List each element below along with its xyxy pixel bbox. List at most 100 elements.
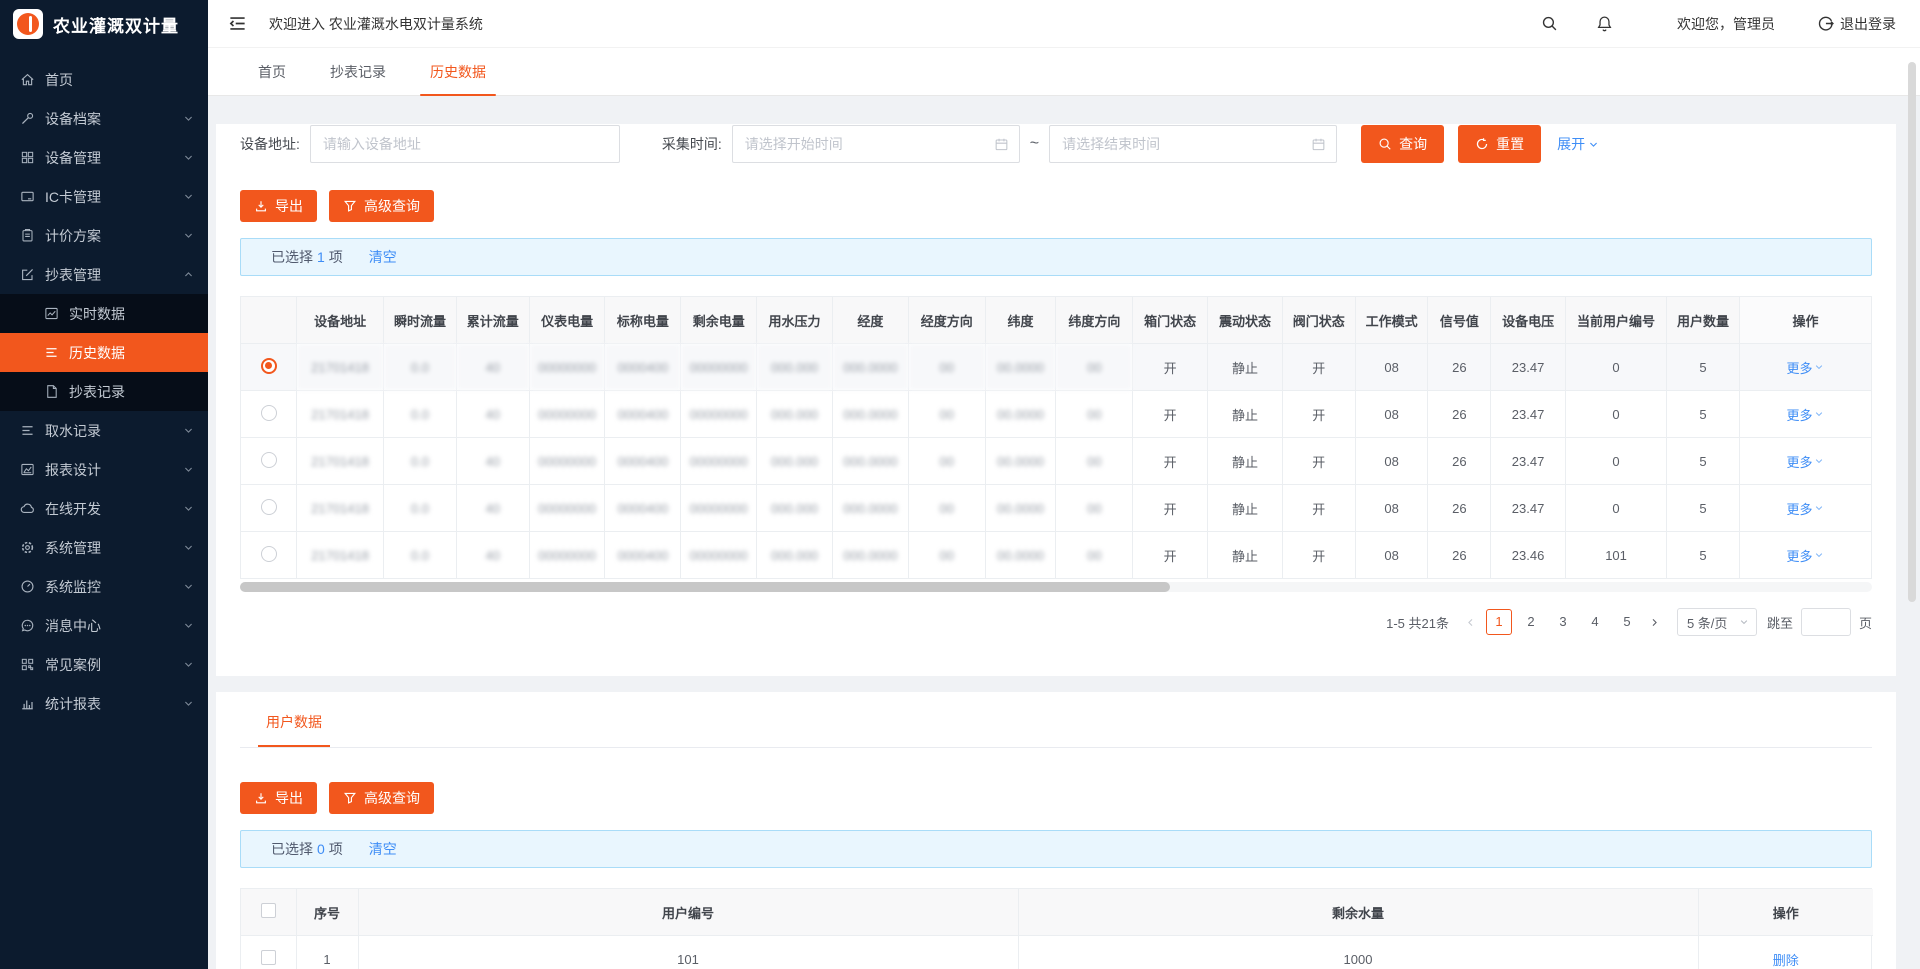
more-link[interactable]: 更多 (1786, 405, 1824, 424)
sidebar-item-statistics-report[interactable]: 统计报表 (0, 684, 208, 723)
cell-vibration-status: 静止 (1208, 344, 1283, 391)
chevron-down-icon (183, 230, 194, 241)
device-address-input[interactable] (310, 125, 620, 163)
cell-work-mode: 08 (1355, 438, 1428, 485)
gear-icon (20, 540, 35, 555)
start-time-input[interactable]: 请选择开始时间 (732, 125, 1020, 163)
next-page-button[interactable] (1643, 609, 1667, 635)
tab-user-data[interactable]: 用户数据 (258, 712, 330, 747)
sidebar-item-device-archive[interactable]: 设备档案 (0, 99, 208, 138)
tab-label: 历史数据 (430, 62, 486, 82)
radio-button[interactable] (261, 499, 277, 515)
sidebar-item-water-intake-records[interactable]: 取水记录 (0, 411, 208, 450)
cases-icon (20, 657, 35, 672)
checkbox-header-cell (241, 889, 296, 936)
search-icon (1378, 137, 1392, 151)
cell-longitude-dir: 00 (908, 438, 985, 485)
sidebar-item-ic-card[interactable]: IC卡管理 (0, 177, 208, 216)
action-cell: 更多 (1739, 532, 1871, 579)
query-button[interactable]: 查询 (1361, 125, 1444, 163)
page-number-3[interactable]: 3 (1550, 609, 1576, 635)
menu-fold-icon[interactable] (228, 14, 247, 33)
grid-icon (20, 150, 35, 165)
tab-reading-records[interactable]: 抄表记录 (316, 48, 400, 96)
sidebar-item-home[interactable]: 首页 (0, 60, 208, 99)
sidebar-item-label: 在线开发 (45, 499, 101, 519)
sidebar-item-online-dev[interactable]: 在线开发 (0, 489, 208, 528)
prev-page-button[interactable] (1459, 609, 1483, 635)
cell-user-count: 5 (1667, 344, 1740, 391)
search-icon[interactable] (1541, 15, 1558, 32)
main-area: 欢迎进入 农业灌溉水电双计量系统 欢迎您，管理员 退出登录 首页 抄表记录 历史… (208, 0, 1920, 969)
clear-selection-link[interactable]: 清空 (369, 839, 397, 859)
user-export-button[interactable]: 导出 (240, 782, 317, 814)
tab-history-data[interactable]: 历史数据 (416, 48, 500, 96)
radio-button[interactable] (261, 358, 277, 374)
sidebar-item-label: 历史数据 (69, 343, 125, 363)
cell-signal: 26 (1428, 344, 1491, 391)
jump-page-input[interactable] (1801, 608, 1851, 636)
user-selection-alert: 已选择 0 项 清空 (240, 830, 1872, 868)
advanced-query-button[interactable]: 高级查询 (329, 190, 434, 222)
user-advanced-query-button[interactable]: 高级查询 (329, 782, 434, 814)
horizontal-scrollbar-thumb[interactable] (240, 582, 1170, 592)
page-number-2[interactable]: 2 (1518, 609, 1544, 635)
reset-button[interactable]: 重置 (1458, 125, 1541, 163)
sidebar-item-reading-records[interactable]: 抄表记录 (0, 372, 208, 411)
column-header: 操作 (1739, 297, 1871, 344)
more-link[interactable]: 更多 (1786, 452, 1824, 471)
message-icon (20, 618, 35, 633)
table-row: 21701418 0.0 40 00000000 0000400 0000000… (241, 532, 1871, 579)
cell-nominal-energy: 0000400 (605, 391, 681, 438)
end-time-input[interactable]: 请选择结束时间 (1049, 125, 1337, 163)
radio-button[interactable] (261, 452, 277, 468)
tab-home[interactable]: 首页 (244, 48, 300, 96)
chevron-down-icon (1588, 139, 1599, 150)
radio-button[interactable] (261, 546, 277, 562)
sidebar-item-system-monitor[interactable]: 系统监控 (0, 567, 208, 606)
radio-button[interactable] (261, 405, 277, 421)
column-header: 箱门状态 (1133, 297, 1208, 344)
select-all-checkbox[interactable] (261, 903, 276, 918)
sidebar-item-meter-reading[interactable]: 抄表管理 (0, 255, 208, 294)
column-header: 震动状态 (1208, 297, 1283, 344)
more-link[interactable]: 更多 (1786, 499, 1824, 518)
page-number-4[interactable]: 4 (1582, 609, 1608, 635)
sidebar-item-common-cases[interactable]: 常见案例 (0, 645, 208, 684)
user-table-toolbar: 导出 高级查询 (240, 782, 1872, 814)
sidebar-item-history-data[interactable]: 历史数据 (0, 333, 208, 372)
page-tabbar: 首页 抄表记录 历史数据 (208, 48, 1920, 96)
logout-icon (1817, 15, 1834, 32)
column-header: 当前用户编号 (1565, 297, 1666, 344)
cell-user-count: 5 (1667, 438, 1740, 485)
clear-selection-link[interactable]: 清空 (369, 247, 397, 267)
column-header: 信号值 (1428, 297, 1491, 344)
sidebar-item-system-management[interactable]: 系统管理 (0, 528, 208, 567)
reset-button-label: 重置 (1496, 134, 1524, 154)
page-number-1[interactable]: 1 (1486, 609, 1512, 635)
bell-icon[interactable] (1596, 15, 1613, 32)
sidebar-item-realtime-data[interactable]: 实时数据 (0, 294, 208, 333)
more-link[interactable]: 更多 (1786, 358, 1824, 377)
sidebar-item-device-management[interactable]: 设备管理 (0, 138, 208, 177)
row-checkbox[interactable] (261, 950, 276, 965)
page-number-5[interactable]: 5 (1614, 609, 1640, 635)
logout-button[interactable]: 退出登录 (1817, 14, 1896, 34)
cell-longitude: 000.0000 (832, 391, 908, 438)
cell-water-pressure: 000.000 (757, 344, 833, 391)
sidebar-item-pricing-plan[interactable]: 计价方案 (0, 216, 208, 255)
delete-link[interactable]: 删除 (1773, 953, 1799, 968)
device-table: 设备地址瞬时流量累计流量仪表电量标称电量剩余电量用水压力经度经度方向纬度纬度方向… (240, 296, 1872, 579)
chevron-down-icon (1739, 617, 1749, 627)
vertical-scrollbar-thumb[interactable] (1908, 62, 1916, 602)
sidebar-item-message-center[interactable]: 消息中心 (0, 606, 208, 645)
sidebar-item-report-design[interactable]: 报表设计 (0, 450, 208, 489)
export-button[interactable]: 导出 (240, 190, 317, 222)
sidebar-item-label: 系统监控 (45, 577, 101, 597)
chevron-down-icon (183, 620, 194, 631)
cell-total-flow: 40 (456, 391, 529, 438)
more-link[interactable]: 更多 (1786, 546, 1824, 565)
expand-link[interactable]: 展开 (1557, 134, 1599, 154)
page-size-select[interactable]: 5 条/页 (1677, 608, 1757, 636)
cell-vibration-status: 静止 (1208, 532, 1283, 579)
